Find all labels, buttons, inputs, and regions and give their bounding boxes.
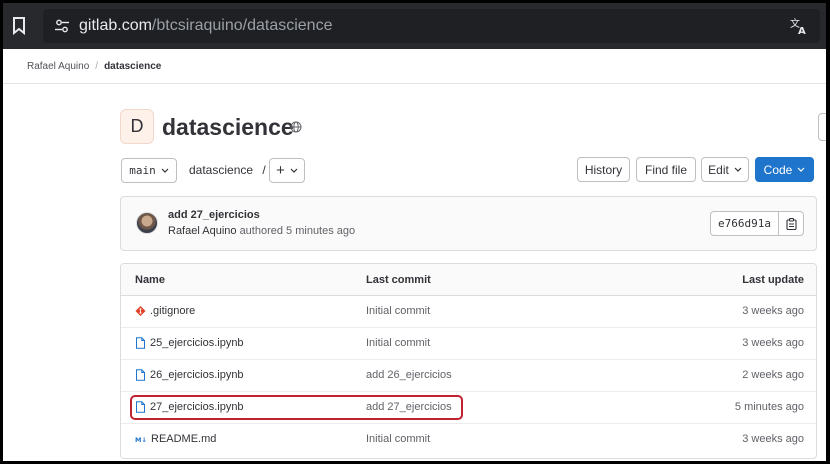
url-host: gitlab.com bbox=[79, 17, 152, 34]
commit-authored-text: authored 5 minutes ago bbox=[239, 225, 356, 237]
commit-title[interactable]: add 27_ejercicios bbox=[168, 209, 260, 221]
project-avatar[interactable]: D bbox=[120, 109, 154, 144]
file-tree-table: Name Last commit Last update .gitignore … bbox=[120, 263, 817, 459]
table-row[interactable]: M↓ README.md Initial commit 3 weeks ago bbox=[121, 424, 816, 456]
breadcrumb-owner[interactable]: Rafael Aquino bbox=[27, 61, 89, 72]
avatar[interactable] bbox=[136, 212, 158, 234]
copy-sha-button[interactable] bbox=[779, 212, 803, 235]
commit-sha[interactable]: e766d91a bbox=[711, 212, 779, 235]
commit-meta: Rafael Aquino authored 5 minutes ago bbox=[168, 225, 355, 237]
file-last-commit[interactable]: add 26_ejercicios bbox=[366, 369, 452, 381]
chevron-down-icon bbox=[161, 168, 169, 173]
column-header-last-update: Last update bbox=[742, 274, 804, 286]
breadcrumb-separator: / bbox=[95, 61, 99, 72]
file-icon bbox=[136, 369, 145, 381]
file-last-update: 2 weeks ago bbox=[742, 369, 804, 381]
file-name-cell[interactable]: 26_ejercicios.ipynb bbox=[135, 369, 244, 381]
table-row[interactable]: 25_ejercicios.ipynb Initial commit 3 wee… bbox=[121, 328, 816, 360]
find-file-button[interactable]: Find file bbox=[636, 157, 696, 182]
branch-name: main bbox=[129, 164, 156, 177]
commit-sha-group: e766d91a bbox=[710, 211, 804, 236]
file-last-update: 3 weeks ago bbox=[742, 305, 804, 317]
code-label: Code bbox=[763, 162, 793, 177]
chevron-down-icon bbox=[797, 167, 805, 172]
edit-label: Edit bbox=[708, 162, 729, 177]
file-name-cell[interactable]: 25_ejercicios.ipynb bbox=[135, 337, 244, 349]
repo-path-separator: / bbox=[262, 163, 266, 177]
repo-path-name[interactable]: datascience bbox=[189, 163, 253, 177]
highlight-annotation bbox=[130, 395, 463, 420]
project-actions-button[interactable] bbox=[818, 113, 826, 141]
table-row[interactable]: .gitignore Initial commit 3 weeks ago bbox=[121, 296, 816, 328]
file-icon bbox=[136, 337, 145, 349]
file-name-cell[interactable]: M↓ README.md bbox=[135, 433, 216, 445]
plus-icon: + bbox=[276, 162, 285, 179]
git-icon bbox=[135, 305, 146, 317]
file-last-commit[interactable]: Initial commit bbox=[366, 305, 430, 317]
commit-author[interactable]: Rafael Aquino bbox=[168, 225, 237, 237]
screenshot-frame: gitlab.com/btcsiraquino/datascience 文 A … bbox=[3, 3, 826, 461]
file-last-commit[interactable]: Initial commit bbox=[366, 337, 430, 349]
table-row[interactable]: 26_ejercicios.ipynb add 26_ejercicios 2 … bbox=[121, 360, 816, 392]
file-name: .gitignore bbox=[150, 305, 196, 317]
svg-text:A: A bbox=[798, 26, 806, 36]
svg-text:M↓: M↓ bbox=[135, 436, 147, 444]
column-header-name: Name bbox=[135, 274, 165, 286]
chevron-down-icon bbox=[734, 167, 742, 172]
last-commit-panel: add 27_ejercicios Rafael Aquino authored… bbox=[120, 196, 817, 251]
file-name: README.md bbox=[151, 433, 217, 445]
translate-icon[interactable]: 文 A bbox=[789, 16, 809, 36]
history-button[interactable]: History bbox=[577, 157, 630, 182]
address-bar[interactable]: gitlab.com/btcsiraquino/datascience 文 A bbox=[43, 9, 820, 43]
globe-icon bbox=[290, 121, 302, 133]
edit-dropdown[interactable]: Edit bbox=[701, 157, 749, 182]
history-label: History bbox=[584, 162, 623, 177]
site-settings-icon[interactable] bbox=[54, 18, 70, 34]
bookmark-icon[interactable] bbox=[12, 17, 26, 35]
clipboard-icon bbox=[785, 217, 797, 230]
breadcrumb-project[interactable]: datascience bbox=[104, 61, 161, 72]
breadcrumb: Rafael Aquino / datascience bbox=[27, 61, 161, 72]
table-header: Name Last commit Last update bbox=[121, 264, 816, 296]
find-file-label: Find file bbox=[644, 162, 688, 177]
column-header-last-commit: Last commit bbox=[366, 274, 431, 286]
page-title: datascience bbox=[162, 114, 294, 140]
file-last-commit[interactable]: Initial commit bbox=[366, 433, 430, 445]
file-name: 25_ejercicios.ipynb bbox=[150, 337, 244, 349]
repo-path: datascience / bbox=[189, 163, 266, 177]
add-to-tree-dropdown[interactable]: + bbox=[269, 158, 305, 183]
browser-toolbar: gitlab.com/btcsiraquino/datascience 文 A bbox=[3, 3, 826, 49]
branch-selector[interactable]: main bbox=[121, 158, 177, 183]
file-last-update: 3 weeks ago bbox=[742, 337, 804, 349]
code-dropdown[interactable]: Code bbox=[755, 157, 814, 182]
file-name-cell[interactable]: .gitignore bbox=[135, 305, 195, 317]
header-divider bbox=[3, 83, 826, 84]
markdown-icon: M↓ bbox=[135, 436, 147, 444]
url-path: /btcsiraquino/datascience bbox=[151, 17, 333, 34]
file-name: 26_ejercicios.ipynb bbox=[150, 369, 244, 381]
url-text[interactable]: gitlab.com/btcsiraquino/datascience bbox=[79, 17, 332, 35]
file-last-update: 3 weeks ago bbox=[742, 433, 804, 445]
chevron-down-icon bbox=[290, 168, 298, 173]
file-last-update: 5 minutes ago bbox=[734, 401, 804, 413]
